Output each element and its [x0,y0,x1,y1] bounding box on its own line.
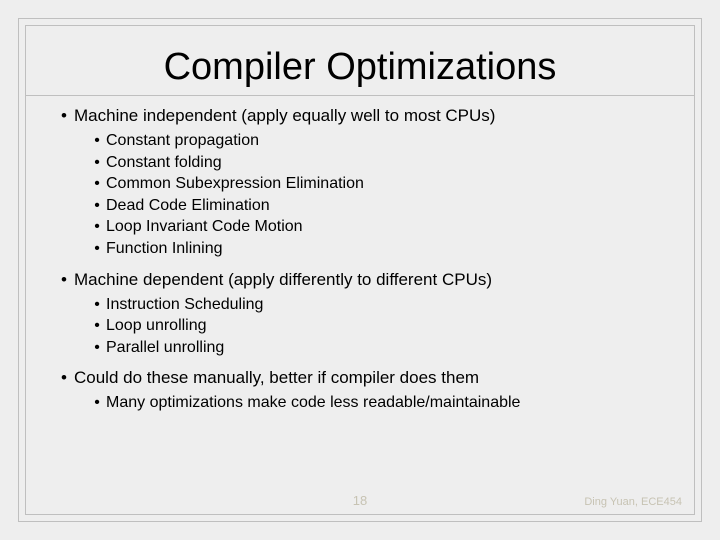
list-item: Common Subexpression Elimination [106,173,364,195]
bullet-icon: • [54,368,74,388]
list-item: Many optimizations make code less readab… [106,392,520,414]
section-3: • Could do these manually, better if com… [54,368,666,414]
list-item: Dead Code Elimination [106,195,270,217]
bullet-icon: • [88,392,106,414]
page-number: 18 [353,493,367,508]
slide-title: Compiler Optimizations [54,46,666,89]
section-2-items: •Instruction Scheduling •Loop unrolling … [54,294,666,359]
bullet-icon: • [54,270,74,290]
section-3-items: •Many optimizations make code less reada… [54,392,666,414]
list-item: Constant folding [106,152,222,174]
list-item: Parallel unrolling [106,337,224,359]
list-item: Loop Invariant Code Motion [106,216,303,238]
bullet-icon: • [88,294,106,316]
inner-frame: Compiler Optimizations • Machine indepen… [25,25,695,515]
credit-text: Ding Yuan, ECE454 [584,496,682,508]
bullet-icon: • [88,337,106,359]
list-item: Function Inlining [106,238,223,260]
bullet-icon: • [88,238,106,260]
content-list: • Machine independent (apply equally wel… [54,106,666,414]
bullet-icon: • [88,130,106,152]
list-item: Constant propagation [106,130,259,152]
section-heading: Could do these manually, better if compi… [74,368,666,388]
section-2: • Machine dependent (apply differently t… [54,270,666,359]
section-1-items: •Constant propagation •Constant folding … [54,130,666,260]
bullet-icon: • [54,106,74,126]
list-item: Instruction Scheduling [106,294,263,316]
outer-frame: Compiler Optimizations • Machine indepen… [18,18,702,522]
bullet-icon: • [88,216,106,238]
section-1: • Machine independent (apply equally wel… [54,106,666,260]
section-heading: Machine dependent (apply differently to … [74,270,666,290]
list-item: Loop unrolling [106,315,207,337]
bullet-icon: • [88,152,106,174]
section-heading: Machine independent (apply equally well … [74,106,666,126]
bullet-icon: • [88,315,106,337]
bullet-icon: • [88,173,106,195]
bullet-icon: • [88,195,106,217]
title-divider [26,95,694,96]
